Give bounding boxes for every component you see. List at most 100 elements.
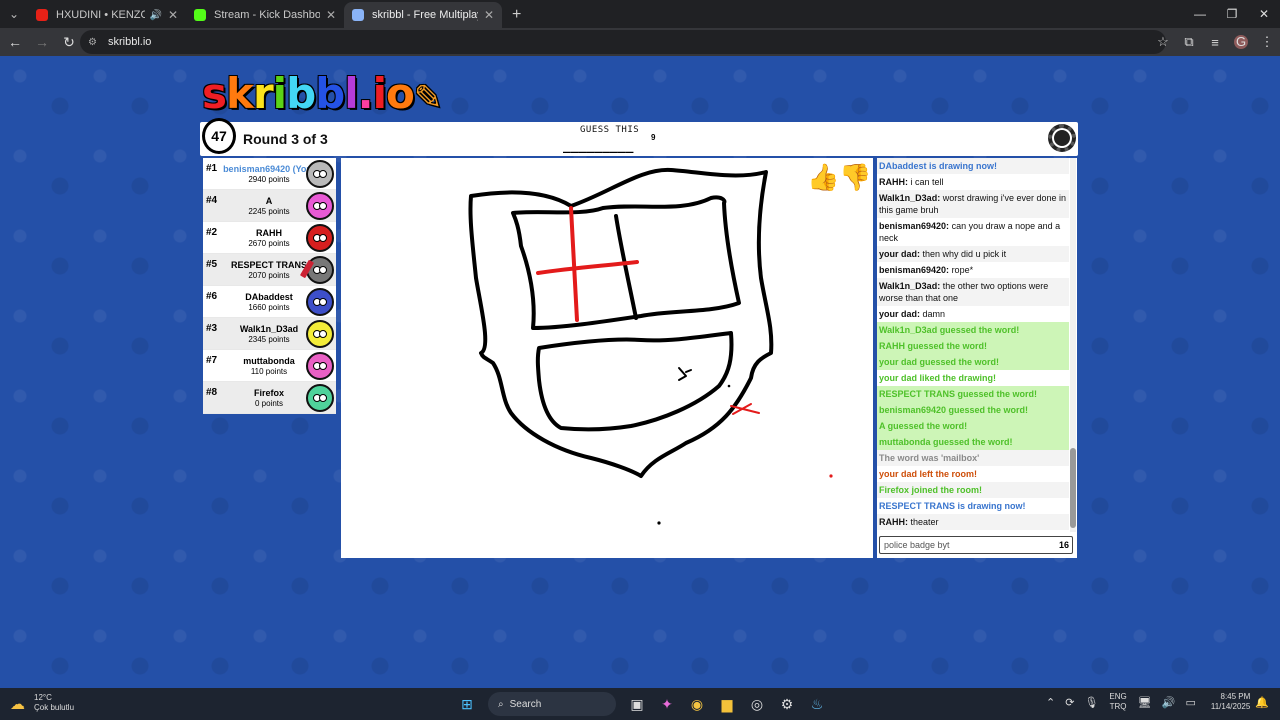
player-points: 2940 points [248, 175, 290, 184]
red-dot [829, 474, 833, 478]
chat-scroll-thumb[interactable] [1070, 448, 1076, 528]
player-row[interactable]: #4 A 2245 points [203, 190, 336, 222]
player-row[interactable]: #5 RESPECT TRANS 2070 points [203, 254, 336, 286]
chrome-icon[interactable]: ◉ [685, 692, 709, 716]
pencil-icon: ✎ [413, 78, 442, 118]
player-avatar [306, 288, 334, 316]
chat-message: benisman69420: rope* [877, 262, 1069, 278]
skribbl-page: s k r i b b l. i o ✎ 47 Round 3 of 3 GUESS THIS _… [0, 56, 1280, 688]
task-view-icon[interactable]: ▣ [625, 692, 649, 716]
browser-tab[interactable]: skribbl - Free Multiplayer Drawi ✕ [344, 2, 502, 28]
chat-input[interactable] [879, 536, 1073, 554]
start-windows-icon[interactable]: ⊞ [455, 692, 479, 716]
search-icon: ⌕ [498, 698, 504, 710]
notifications-icon[interactable]: 🔔 [1255, 696, 1269, 709]
guess-this-label: GUESS THIS [580, 125, 640, 135]
menu-kebab-icon[interactable]: ⋮ [1254, 34, 1280, 50]
site-info-icon[interactable]: ⚙ [88, 37, 102, 48]
settings-gear-icon[interactable] [1048, 124, 1076, 152]
player-name: Firefox [253, 388, 284, 398]
tab-search-icon[interactable]: ⌄ [0, 0, 28, 28]
player-name: A [265, 196, 273, 206]
tab-close-icon[interactable]: ✕ [168, 8, 178, 22]
profile-avatar[interactable]: G [1234, 35, 1248, 49]
tab-close-icon[interactable]: ✕ [326, 8, 336, 22]
chat-message: Walk1n_D3ad: the other two options were … [877, 278, 1069, 306]
forward-icon[interactable]: → [30, 34, 54, 50]
weather-widget[interactable]: ☁ 12°C Çok bulutlu [10, 693, 74, 713]
extensions-icon[interactable]: ⧉ [1176, 34, 1202, 50]
language-indicator[interactable]: ENG TRQ [1109, 692, 1126, 712]
chat-username: benisman69420: [879, 265, 950, 275]
player-row[interactable]: #2 RAHH 2670 points [203, 222, 336, 254]
chat-text: RESPECT TRANS is drawing now! [879, 501, 1026, 511]
skribbl-icon [352, 9, 364, 21]
volume-icon[interactable]: 🔊 [1162, 696, 1176, 709]
player-row[interactable]: #3 Walk1n_D3ad 2345 points [203, 318, 336, 350]
new-tab-button[interactable]: + [502, 2, 531, 28]
player-row[interactable]: #8 Firefox 0 points [203, 382, 336, 414]
chat-message: DAbaddest is drawing now! [877, 158, 1069, 174]
kick-icon [194, 9, 206, 21]
clock-date: 11/14/2025 [1210, 702, 1251, 711]
battery-icon[interactable]: ▭ [1185, 696, 1195, 709]
taskbar-search[interactable]: ⌕ Search [488, 692, 616, 716]
tab-title: skribbl - Free Multiplayer Drawi [372, 9, 478, 21]
player-points: 0 points [254, 399, 284, 408]
chat-message: The word was 'mailbox' [877, 450, 1069, 466]
system-clock[interactable]: 8:45 PM 11/14/2025 [1211, 692, 1250, 712]
chat-text: then why did u pick it [922, 249, 1007, 259]
minimize-icon[interactable]: — [1184, 0, 1216, 28]
char-count: 16 [1058, 540, 1069, 550]
chat-message: your dad liked the drawing! [877, 370, 1069, 386]
browser-tab[interactable]: HXUDINI • KENZO (THE PU🔊 ✕ [28, 2, 186, 28]
logo-letter: . [357, 69, 374, 118]
player-name: benisman69420 (You) [223, 164, 315, 174]
player-points: 2670 points [248, 239, 290, 248]
thumbs-down-icon[interactable]: 👎 [839, 162, 871, 192]
chevron-up-icon[interactable]: ⌃ [1046, 696, 1055, 709]
settings-icon[interactable]: ⚙ [775, 692, 799, 716]
url-text: skribbl.io [108, 36, 152, 48]
drawing-canvas[interactable]: 👍 👎 [341, 158, 873, 558]
player-row[interactable]: #1 benisman69420 (You) 2940 points [203, 158, 336, 190]
sync-icon[interactable]: ⟳ [1065, 696, 1074, 709]
chat-panel: DAbaddest is drawing now! RAHH: i can tel… [877, 158, 1077, 558]
player-row[interactable]: #7 muttabonda 110 points [203, 350, 336, 382]
obs-icon[interactable]: ◎ [745, 692, 769, 716]
reload-icon[interactable]: ↻ [57, 34, 81, 51]
temperature: 12°C [34, 693, 52, 702]
tab-audio-icon[interactable]: 🔊 [149, 10, 161, 21]
tab-close-icon[interactable]: ✕ [484, 8, 494, 22]
browser-tab[interactable]: Stream - Kick Dashboard ✕ [186, 2, 344, 28]
steam-icon[interactable]: ♨ [805, 692, 829, 716]
file-explorer-icon[interactable]: ▆ [715, 692, 739, 716]
copilot-icon[interactable]: ✦ [655, 692, 679, 716]
chat-message: A guessed the word! [877, 418, 1069, 434]
timer-value: 47 [211, 128, 227, 144]
chat-username: benisman69420: [879, 221, 950, 231]
logo-letter: l [344, 69, 358, 118]
network-icon[interactable]: 🖥 [1138, 696, 1152, 709]
close-window-icon[interactable]: ✕ [1248, 0, 1280, 28]
player-points: 2245 points [248, 207, 290, 216]
player-name: DAbaddest [245, 292, 293, 302]
bookmark-star-icon[interactable]: ☆ [1150, 34, 1176, 50]
microphone-icon[interactable]: 🎙 [1084, 696, 1098, 709]
chat-message: RAHH: theater [877, 514, 1069, 530]
chat-text: Firefox joined the room! [879, 485, 983, 495]
restore-icon[interactable]: ❐ [1216, 0, 1248, 28]
chat-text: RAHH guessed the word! [879, 341, 988, 351]
chat-text: rope* [951, 265, 974, 275]
address-bar[interactable]: ⚙ skribbl.io [80, 30, 1166, 54]
back-icon[interactable]: ← [3, 34, 27, 50]
thumbs-up-icon[interactable]: 👍 [807, 162, 839, 192]
chat-username: Walk1n_D3ad: [879, 281, 941, 291]
word-length: 9 [651, 133, 656, 142]
player-row[interactable]: #6 DAbaddest 1660 points [203, 286, 336, 318]
logo-letter: b [315, 69, 345, 118]
taskbar-apps: ⊞ ⌕ Search ▣ ✦ ◉ ▆ ◎ ⚙ ♨ [452, 692, 832, 716]
media-icon[interactable]: ≡ [1202, 35, 1228, 50]
chat-scrollbar[interactable] [1070, 158, 1076, 532]
chat-message: Walk1n_D3ad guessed the word! [877, 322, 1069, 338]
